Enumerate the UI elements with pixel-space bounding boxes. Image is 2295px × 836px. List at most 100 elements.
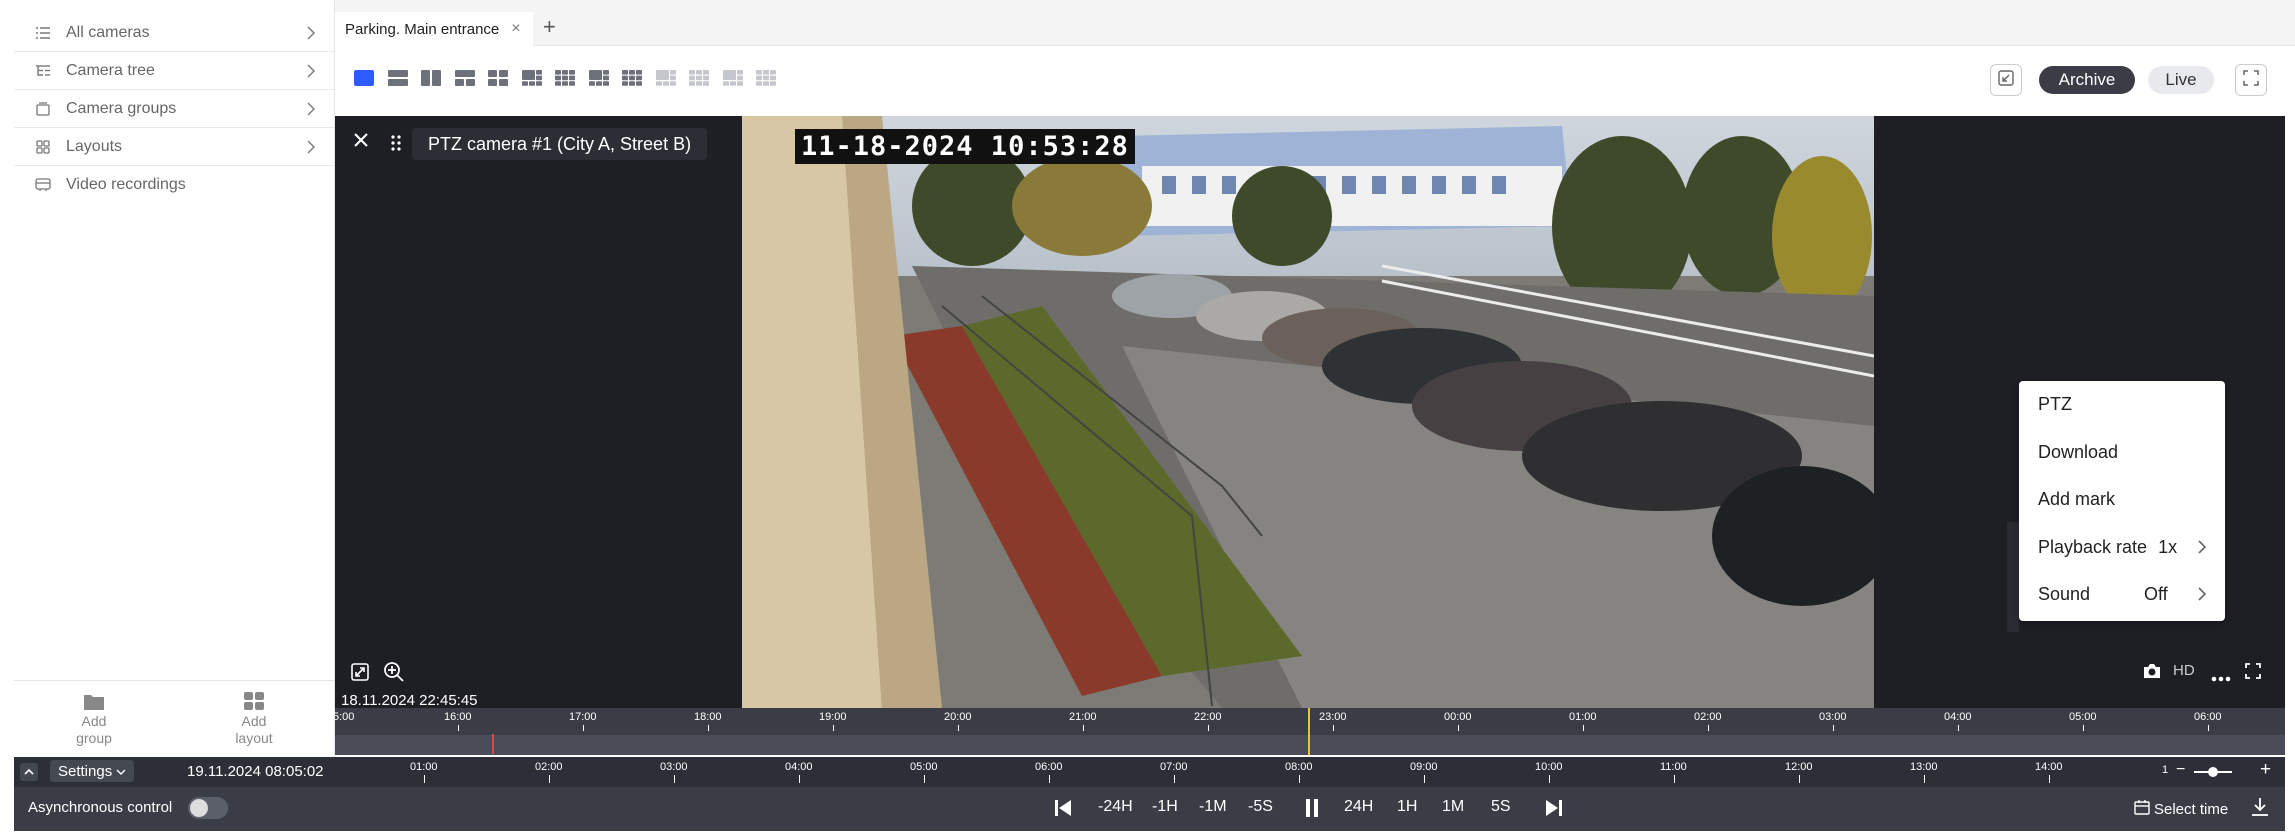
timeline-cursor[interactable] [1308, 708, 1310, 755]
timeline-tick-label: 14:00 [2035, 761, 2063, 773]
camera-video-feed[interactable]: 11-18-2024 10:53:28 [742, 116, 1874, 708]
expand-view-icon[interactable] [351, 663, 369, 686]
timeline-tick-label: 00:00 [1444, 711, 1472, 723]
timeline-tick-label: 23:00 [1319, 711, 1347, 723]
live-mode-button[interactable]: Live [2148, 66, 2214, 94]
zoom-slider[interactable] [2194, 767, 2232, 777]
skip-to-end-icon[interactable] [1545, 799, 1563, 822]
snapshot-camera-icon[interactable] [2143, 663, 2161, 684]
zoom-out-icon[interactable]: − [2176, 761, 2185, 779]
sidebar-item-label: Camera tree [66, 61, 155, 79]
menu-item-ptz[interactable]: PTZ [2038, 394, 2072, 415]
more-options-icon[interactable] [2211, 669, 2231, 687]
timeline-tick-label: 05:00 [2069, 711, 2097, 723]
timeline-tick-label: 13:00 [1910, 761, 1938, 773]
skip-to-start-icon[interactable] [1054, 799, 1072, 822]
timeline-tick [2083, 725, 2084, 731]
layout-3x3-icon[interactable] [688, 69, 710, 87]
add-layout-button[interactable]: Add layout [194, 691, 314, 747]
close-camera-icon[interactable] [353, 132, 369, 153]
layout-1-7-icon[interactable] [655, 69, 677, 87]
exit-fullscreen-window-button[interactable] [1990, 64, 2022, 96]
layout-1-3-icon[interactable] [521, 69, 543, 87]
archive-timeline[interactable]: 5:00 16:00 17:00 18:00 19:00 20:00 21:00 22:00 2… [333, 708, 2285, 755]
timeline-tick-label: 02:00 [535, 761, 563, 773]
timeline-mark[interactable] [492, 734, 494, 754]
zoom-in-icon[interactable] [383, 661, 405, 688]
layout-4x4-icon[interactable] [755, 69, 777, 87]
timeline-tick-label: 09:00 [1410, 761, 1438, 773]
layout-2-rows-icon[interactable] [387, 69, 409, 87]
layout-2x2-icon[interactable] [487, 69, 509, 87]
layout-5-icon[interactable] [554, 69, 576, 87]
sidebar-item-video-recordings[interactable]: Video recordings [14, 166, 334, 204]
layout-2-cols-icon[interactable] [420, 69, 442, 87]
chevron-right-icon [304, 102, 318, 116]
tab-parking-main-entrance[interactable]: Parking. Main entrance × [335, 12, 533, 46]
timeline-tick-label: 17:00 [569, 711, 597, 723]
forward-1h-button[interactable]: 1H [1397, 798, 1417, 816]
camera-fullscreen-icon[interactable] [2245, 663, 2261, 684]
timeline-tick [1299, 775, 1300, 783]
sidebar-item-all-cameras[interactable]: All cameras [14, 14, 334, 52]
scrollbar[interactable] [2007, 522, 2019, 632]
back-1m-button[interactable]: -1M [1199, 798, 1227, 816]
layout-1x1-icon[interactable] [353, 69, 375, 87]
timeline-tick-label: 08:00 [1285, 761, 1313, 773]
chevron-right-icon [2196, 539, 2208, 560]
add-tab-button[interactable]: + [543, 14, 556, 40]
layout-3-icon[interactable] [454, 69, 476, 87]
sidebar-item-camera-tree[interactable]: Camera tree [14, 52, 334, 90]
zoom-slider-thumb[interactable] [2208, 767, 2218, 777]
sidebar-item-layouts[interactable]: Layouts [14, 128, 334, 166]
async-control-label: Asynchronous control [28, 799, 173, 816]
select-time-button[interactable]: Select time [2134, 799, 2228, 820]
hd-quality-toggle[interactable]: HD [2173, 662, 2195, 679]
forward-1m-button[interactable]: 1M [1442, 798, 1464, 816]
fullscreen-button[interactable] [2235, 64, 2267, 96]
back-24h-button[interactable]: -24H [1098, 798, 1133, 816]
timeline-tick [1083, 725, 1084, 731]
add-group-button[interactable]: Add group [34, 691, 154, 747]
drag-handle-icon[interactable] [390, 134, 402, 157]
back-1h-button[interactable]: -1H [1152, 798, 1178, 816]
timeline-tick [1799, 775, 1800, 783]
tab-bar: Parking. Main entrance × + [335, 0, 2295, 46]
fullscreen-icon [2243, 69, 2259, 91]
zoom-in-timeline-icon[interactable]: + [2260, 759, 2271, 781]
timeline-track[interactable] [335, 735, 2285, 755]
sidebar-item-label: All cameras [66, 23, 150, 41]
timeline-tick-label: 04:00 [1944, 711, 1972, 723]
minimize-window-icon [1998, 69, 2014, 91]
timeline-tick-label: 06:00 [1035, 761, 1063, 773]
video-viewer: PTZ camera #1 (City A, Street B) 11-18-2… [335, 116, 2285, 709]
timeline-tick-label: 02:00 [1694, 711, 1722, 723]
async-control-toggle[interactable] [188, 797, 228, 819]
layout-1-8-icon[interactable] [722, 69, 744, 87]
add-group-label-line1: Add [81, 713, 107, 729]
layout-3x2-icon[interactable] [588, 69, 610, 87]
forward-24h-button[interactable]: 24H [1344, 798, 1373, 816]
layout-1-5-icon[interactable] [621, 69, 643, 87]
timeline-tick [1333, 725, 1334, 731]
close-tab-icon[interactable]: × [511, 20, 520, 38]
download-icon[interactable] [2251, 797, 2269, 822]
sidebar-item-camera-groups[interactable]: Camera groups [14, 90, 334, 128]
forward-5s-button[interactable]: 5S [1491, 798, 1511, 816]
back-5s-button[interactable]: -5S [1248, 798, 1273, 816]
timeline-tick-label: 12:00 [1785, 761, 1813, 773]
timeline-overview[interactable]: Settings 19.11.2024 08:05:02 01:00 02:00 0… [14, 757, 2285, 787]
menu-item-playback-rate[interactable]: Playback rate 1x [2038, 537, 2218, 558]
chevron-right-icon [304, 26, 318, 40]
folder-icon [34, 100, 52, 118]
timeline-tick [583, 725, 584, 731]
settings-dropdown[interactable]: Settings [50, 760, 135, 782]
timeline-tick [1674, 775, 1675, 783]
timeline-tick [1174, 775, 1175, 783]
pause-icon[interactable] [1304, 799, 1320, 822]
collapse-timeline-button[interactable] [20, 763, 38, 781]
archive-mode-button[interactable]: Archive [2039, 66, 2135, 94]
menu-item-sound[interactable]: Sound Off [2038, 584, 2218, 605]
menu-item-download[interactable]: Download [2038, 442, 2118, 463]
menu-item-add-mark[interactable]: Add mark [2038, 489, 2115, 510]
